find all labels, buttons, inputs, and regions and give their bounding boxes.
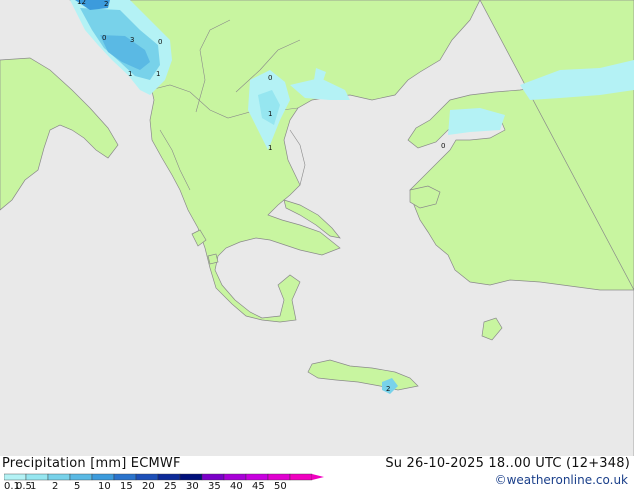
map-label: 1: [128, 70, 132, 78]
credit-link[interactable]: ©weatheronline.co.uk: [495, 473, 628, 487]
scale-swatch: [47, 473, 71, 481]
map-title: Precipitation [mm] ECMWF: [2, 456, 181, 471]
zakynthos-island: [207, 253, 219, 265]
scale-tick-label: 10: [98, 481, 111, 490]
scale-arrow-icon: [312, 474, 324, 480]
map-label: 2: [104, 0, 108, 8]
scale-tick-label: 20: [142, 481, 155, 490]
scale-tick-label: 1: [30, 481, 36, 490]
scale-swatch: [91, 473, 115, 481]
precipitation-map: 12 2 0 3 0 1 1 0 1 1 0 2: [0, 0, 634, 456]
map-label: 1: [268, 144, 272, 152]
scale-tick-label: 45: [252, 481, 265, 490]
map-label: 1: [268, 110, 272, 118]
map-label: 0: [158, 38, 162, 46]
scale-swatch: [179, 473, 203, 481]
scale-swatch: [201, 473, 225, 481]
map-label: 0: [102, 34, 106, 42]
scale-swatch: [135, 473, 159, 481]
scale-swatch: [157, 473, 181, 481]
scale-swatch: [25, 473, 49, 481]
scale-tick-label: 35: [208, 481, 221, 490]
scale-swatch: [245, 473, 269, 481]
forecast-datetime: Su 26-10-2025 18..00 UTC (12+348): [385, 456, 630, 471]
scale-tick-label: 50: [274, 481, 287, 490]
scale-tick-label: 40: [230, 481, 243, 490]
scale-swatch: [267, 473, 291, 481]
scale-tick-label: 25: [164, 481, 177, 490]
scale-tick-label: 30: [186, 481, 199, 490]
map-label: 2: [386, 385, 390, 393]
footer-bar: Precipitation [mm] ECMWF Su 26-10-2025 1…: [0, 456, 634, 490]
scale-tick-label: 2: [52, 481, 58, 490]
scale-swatch: [289, 473, 313, 481]
scale-swatch: [223, 473, 247, 481]
scale-swatch: [4, 473, 27, 481]
color-scale: 0.10.51 2 5 10 15 20 25 30 35 40 45 50: [4, 473, 324, 490]
map-label: 3: [130, 36, 134, 44]
map-label: 1: [156, 70, 160, 78]
scale-tick-label: 15: [120, 481, 133, 490]
map-label: 12: [77, 0, 86, 6]
scale-swatch: [69, 473, 93, 481]
map-label: 0: [441, 142, 445, 150]
map-label: 0: [268, 74, 272, 82]
scale-tick-label: 5: [74, 481, 80, 490]
scale-swatch: [113, 473, 137, 481]
